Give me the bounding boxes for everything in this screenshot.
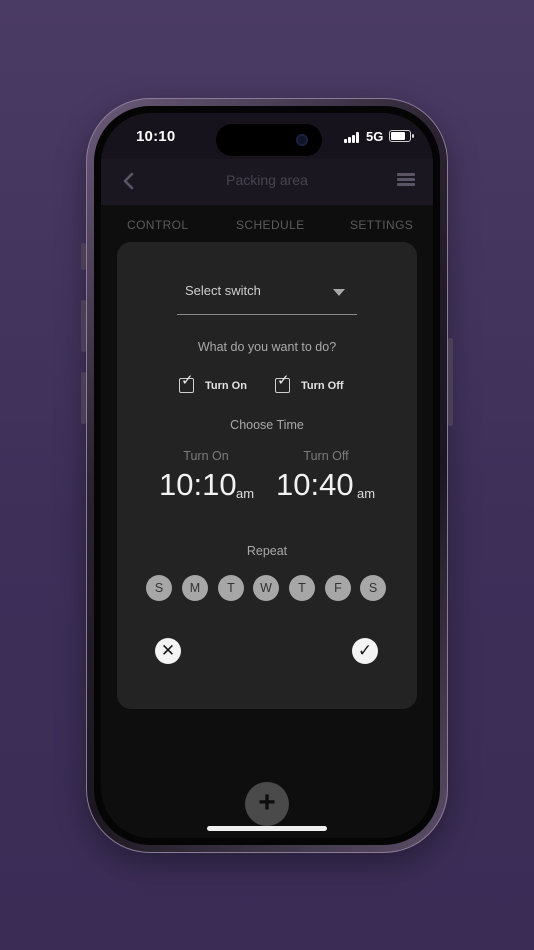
confirm-button[interactable]: ✓ xyxy=(352,638,378,664)
network-type: 5G xyxy=(366,129,384,144)
day-chip-wednesday[interactable]: W xyxy=(253,575,279,601)
screen: 10:10 5G Packing area CONTROL SCHEDULE S… xyxy=(101,113,433,838)
close-icon: ✕ xyxy=(160,641,176,660)
turn-on-time-picker[interactable]: Turn On 10:10 am xyxy=(141,449,271,502)
home-indicator[interactable] xyxy=(207,826,327,831)
day-chip-thursday[interactable]: T xyxy=(289,575,315,601)
turn-off-time-picker[interactable]: Turn Off 10:40 am xyxy=(261,449,391,502)
camera-icon xyxy=(296,134,308,146)
repeat-days: S M T W T F S xyxy=(146,575,390,601)
volume-down-button xyxy=(81,372,86,424)
cellular-signal-icon xyxy=(344,132,360,143)
action-button xyxy=(81,243,86,270)
day-chip-sunday[interactable]: S xyxy=(146,575,172,601)
volume-up-button xyxy=(81,300,86,352)
action-question: What do you want to do? xyxy=(197,340,337,354)
turn-on-period: am xyxy=(236,486,255,501)
turn-on-checkbox[interactable]: ✓ Turn On xyxy=(179,373,259,394)
checkmark-icon: ✓ xyxy=(357,641,373,660)
schedule-card: Select switch What do you want to do? ✓ … xyxy=(117,242,417,709)
tab-control[interactable]: CONTROL xyxy=(127,218,188,232)
select-switch-dropdown[interactable]: Select switch xyxy=(177,280,357,315)
select-switch-placeholder: Select switch xyxy=(185,283,261,298)
day-chip-tuesday[interactable]: T xyxy=(218,575,244,601)
status-time: 10:10 xyxy=(136,128,176,145)
turn-off-checkbox[interactable]: ✓ Turn Off xyxy=(275,373,355,394)
tab-schedule[interactable]: SCHEDULE xyxy=(236,218,305,232)
battery-icon xyxy=(389,130,414,142)
caret-down-icon xyxy=(333,289,345,296)
power-button xyxy=(448,338,453,426)
turn-off-period: am xyxy=(357,486,376,501)
status-bar: 10:10 5G xyxy=(101,113,433,159)
turn-off-time-value: 10:40 xyxy=(276,467,354,502)
app-bar: Packing area xyxy=(101,159,433,205)
tab-settings[interactable]: SETTINGS xyxy=(350,218,413,232)
dynamic-island xyxy=(216,124,322,156)
page-title: Packing area xyxy=(226,172,308,188)
choose-time-label: Choose Time xyxy=(230,418,304,432)
turn-on-time-value: 10:10 xyxy=(159,467,237,502)
day-chip-saturday[interactable]: S xyxy=(360,575,386,601)
hamburger-menu-icon[interactable] xyxy=(397,173,415,187)
checkmark-icon: ✓ xyxy=(181,372,194,389)
cancel-button[interactable]: ✕ xyxy=(155,638,181,664)
battery-fill xyxy=(391,132,405,140)
turn-on-label: Turn On xyxy=(205,380,247,392)
add-schedule-button[interactable]: + xyxy=(245,782,289,826)
turn-on-time-label: Turn On xyxy=(183,449,229,463)
tab-bar: CONTROL SCHEDULE SETTINGS xyxy=(101,205,433,245)
day-chip-monday[interactable]: M xyxy=(182,575,208,601)
checkmark-icon: ✓ xyxy=(277,372,290,389)
plus-icon: + xyxy=(258,786,276,819)
turn-off-label: Turn Off xyxy=(301,380,344,392)
day-chip-friday[interactable]: F xyxy=(325,575,351,601)
repeat-label: Repeat xyxy=(246,544,288,558)
turn-off-time-label: Turn Off xyxy=(303,449,349,463)
